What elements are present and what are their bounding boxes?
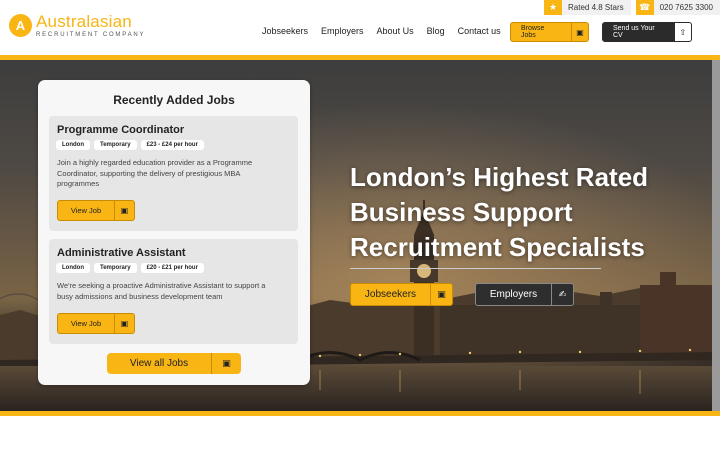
view-job-button[interactable]: View Job ▣ xyxy=(57,200,135,221)
job-tag-location: London xyxy=(56,140,90,150)
hero-headline: London’s Highest Rated Business Support … xyxy=(350,160,648,265)
rating-text: Rated 4.8 Stars xyxy=(568,3,624,12)
jobseekers-label: Jobseekers xyxy=(364,289,417,300)
briefcase-icon: ▣ xyxy=(430,284,452,305)
briefcase-icon: ▣ xyxy=(571,23,588,41)
job-title[interactable]: Programme Coordinator xyxy=(57,124,184,136)
rating-badge[interactable]: ★ Rated 4.8 Stars xyxy=(544,0,631,15)
page-scrollbar[interactable] xyxy=(712,60,720,411)
hero-headline-line-3: Recruitment Specialists xyxy=(350,232,645,262)
browse-jobs-button[interactable]: Browse Jobs ▣ xyxy=(510,22,589,42)
headline-divider xyxy=(350,268,601,269)
view-all-jobs-button[interactable]: View all Jobs ▣ xyxy=(107,353,241,374)
job-description: Join a highly regarded education provide… xyxy=(57,158,253,188)
view-job-label: View Job xyxy=(70,319,102,328)
employers-label: Employers xyxy=(489,289,538,300)
browse-jobs-label: Browse Jobs xyxy=(521,25,545,39)
job-description: We're seeking a proactive Administrative… xyxy=(57,281,266,301)
brand-tagline: RECRUITMENT COMPANY xyxy=(36,32,146,38)
job-tag-location: London xyxy=(56,263,90,273)
briefcase-icon: ▣ xyxy=(114,201,134,220)
job-tag-type: Temporary xyxy=(94,263,137,273)
phone-number: 020 7625 3300 xyxy=(659,3,713,12)
job-tags: London Temporary £23 - £24 per hour xyxy=(56,140,208,150)
recent-jobs-panel: Recently Added Jobs Programme Coordinato… xyxy=(38,80,310,385)
view-all-jobs-label: View all Jobs xyxy=(129,358,189,369)
view-job-label: View Job xyxy=(70,206,102,215)
job-card: Administrative Assistant London Temporar… xyxy=(49,239,298,344)
briefcase-icon: ▣ xyxy=(114,314,134,333)
send-cv-button[interactable]: Send us Your CV ⇧ xyxy=(602,22,692,42)
send-cv-label: Send us Your CV xyxy=(613,25,655,39)
logo-mark-icon: A xyxy=(9,14,32,37)
job-tag-type: Temporary xyxy=(94,140,137,150)
nav-employers[interactable]: Employers xyxy=(321,26,364,36)
phone-link[interactable]: ☎ 020 7625 3300 xyxy=(635,0,720,15)
brand-logo[interactable]: A Australasian RECRUITMENT COMPANY xyxy=(9,13,145,38)
hero-headline-line-2: Business Support xyxy=(350,197,573,227)
handshake-icon: ✍ xyxy=(551,284,573,305)
upload-icon: ⇧ xyxy=(674,23,691,41)
briefcase-icon: ▣ xyxy=(211,353,241,374)
jobseekers-button[interactable]: Jobseekers ▣ xyxy=(350,283,453,306)
star-icon: ★ xyxy=(544,0,563,15)
employers-button[interactable]: Employers ✍ xyxy=(475,283,574,306)
nav-about-us[interactable]: About Us xyxy=(377,26,414,36)
top-info-strip: ★ Rated 4.8 Stars ☎ 020 7625 3300 xyxy=(544,0,720,15)
nav-jobseekers[interactable]: Jobseekers xyxy=(262,26,308,36)
view-job-button[interactable]: View Job ▣ xyxy=(57,313,135,334)
hero-headline-line-1: London’s Highest Rated xyxy=(350,162,649,192)
job-tag-rate: £20 - £21 per hour xyxy=(140,263,204,273)
job-tags: London Temporary £20 - £21 per hour xyxy=(56,263,208,273)
job-tag-rate: £23 - £24 per hour xyxy=(140,140,204,150)
page: A Australasian RECRUITMENT COMPANY Jobse… xyxy=(0,0,720,450)
phone-icon: ☎ xyxy=(635,0,654,15)
main-nav: Jobseekers Employers About Us Blog Conta… xyxy=(262,26,514,36)
brand-name: Australasian xyxy=(36,12,132,31)
nav-blog[interactable]: Blog xyxy=(427,26,445,36)
nav-contact-us[interactable]: Contact us xyxy=(458,26,501,36)
recent-jobs-title: Recently Added Jobs xyxy=(113,93,235,107)
job-card: Programme Coordinator London Temporary £… xyxy=(49,116,298,231)
job-title[interactable]: Administrative Assistant xyxy=(57,247,186,259)
